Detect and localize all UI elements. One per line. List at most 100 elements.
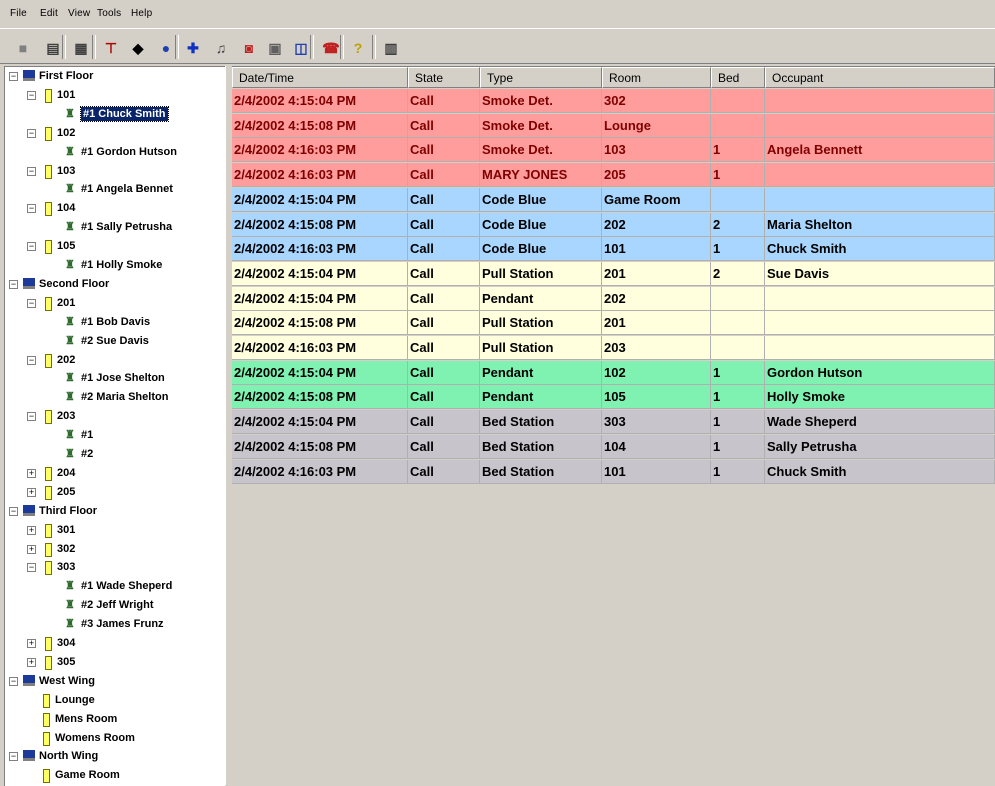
- tree-node-room[interactable]: − 102: [5, 126, 225, 141]
- window-icon[interactable]: ▣: [262, 36, 288, 60]
- collapse-icon[interactable]: −: [27, 242, 36, 252]
- tree-node-room[interactable]: − 201: [5, 296, 225, 311]
- collapse-icon[interactable]: −: [27, 412, 36, 422]
- tree-node-bed[interactable]: ♜ #2 Sue Davis: [5, 334, 225, 348]
- table-row[interactable]: 2/4/2002 4:15:04 PM Call Bed Station 303 1 Wa…: [232, 410, 995, 435]
- tree-node-room[interactable]: +204: [5, 466, 225, 481]
- cell-datetime: 2/4/2002 4:15:04 PM: [232, 89, 408, 113]
- tree-node-label: #3 James Frunz: [81, 618, 164, 631]
- book-icon[interactable]: ▥: [378, 36, 404, 60]
- column-header-bed[interactable]: Bed: [711, 67, 765, 88]
- tree-node-bed[interactable]: ♜ #1 Jose Shelton: [5, 371, 225, 385]
- table-row[interactable]: 2/4/2002 4:16:03 PM Call Code Blue 101 1 Chuc…: [232, 237, 995, 262]
- table-row[interactable]: 2/4/2002 4:15:08 PM Call Code Blue 202 2 Mari…: [232, 212, 995, 237]
- table-row[interactable]: 2/4/2002 4:16:03 PM Call Bed Station 101 1 Ch…: [232, 459, 995, 484]
- pointer-icon[interactable]: ◆: [125, 36, 151, 60]
- tree-node-floor[interactable]: − Second Floor: [5, 277, 225, 291]
- tree-node-room[interactable]: − 103: [5, 164, 225, 179]
- table-row[interactable]: 2/4/2002 4:15:04 PM Call Smoke Det. 302: [232, 89, 995, 113]
- tree-node-room[interactable]: − 203: [5, 409, 225, 425]
- add-icon[interactable]: ✚: [180, 36, 206, 60]
- tree-node-floor[interactable]: − Third Floor: [5, 504, 225, 518]
- tree-node-bed[interactable]: ♜ #1 Gordon Hutson: [5, 145, 225, 159]
- collapse-icon[interactable]: −: [9, 72, 18, 81]
- bell-icon[interactable]: ♫: [208, 36, 234, 60]
- tree-node-room[interactable]: − 202: [5, 353, 225, 368]
- expand-icon[interactable]: +: [27, 657, 36, 667]
- location-tree[interactable]: − First Floor −101 ♜ #1 Chuck Smith −102 ♜ #1 G…: [4, 66, 225, 786]
- table-row[interactable]: 2/4/2002 4:15:08 PM Call Pull Station 201: [232, 311, 995, 336]
- table-row[interactable]: 2/4/2002 4:16:03 PM Call MARY JONES 205 1: [232, 163, 995, 188]
- column-header-type[interactable]: Type: [480, 67, 602, 88]
- tree-node-label: Game Room: [55, 769, 120, 782]
- menu-file[interactable]: File: [10, 8, 27, 19]
- table-row[interactable]: 2/4/2002 4:15:04 PM Call Pull Station 201 2 S…: [232, 261, 995, 286]
- tree-node-room[interactable]: +205: [5, 485, 225, 500]
- table-row[interactable]: 2/4/2002 4:16:03 PM Call Smoke Det. 103 1 Ang…: [232, 138, 995, 163]
- collapse-icon[interactable]: −: [9, 752, 18, 762]
- collapse-icon[interactable]: −: [9, 676, 18, 686]
- table-row[interactable]: 2/4/2002 4:16:03 PM Call Pull Station 203: [232, 336, 995, 360]
- menu-tools[interactable]: Tools: [97, 8, 121, 19]
- cell-type: Pull Station: [480, 261, 602, 286]
- tree-node-room[interactable]: +302: [5, 542, 225, 557]
- collapse-icon[interactable]: −: [27, 166, 36, 176]
- filter-icon[interactable]: ⊤: [98, 36, 124, 60]
- menu-edit[interactable]: Edit: [40, 8, 58, 19]
- table-row[interactable]: 2/4/2002 4:15:04 PM Call Pendant 202: [232, 286, 995, 311]
- tree-node-bed[interactable]: ♜ #1 Angela Bennet: [5, 182, 225, 196]
- tree-node-bed[interactable]: ♜ #2 Maria Shelton: [5, 390, 225, 404]
- expand-icon[interactable]: +: [27, 468, 36, 478]
- tree-node-bed[interactable]: ♜ #1 Bob Davis: [5, 315, 225, 329]
- expand-icon[interactable]: +: [27, 544, 36, 554]
- collapse-icon[interactable]: −: [27, 355, 36, 365]
- collapse-icon[interactable]: −: [27, 204, 36, 214]
- column-header-state[interactable]: State: [408, 67, 480, 88]
- tree-node-floor[interactable]: − First Floor: [5, 69, 225, 83]
- tree-node-room[interactable]: +305: [5, 655, 225, 670]
- column-header-room[interactable]: Room: [602, 67, 711, 88]
- tree-node-room[interactable]: +301: [5, 523, 225, 538]
- help-icon[interactable]: ?: [345, 36, 371, 60]
- expand-icon[interactable]: +: [27, 639, 36, 648]
- expand-icon[interactable]: +: [27, 487, 36, 497]
- collapse-icon[interactable]: −: [27, 90, 36, 100]
- tree-node-floor[interactable]: − West Wing: [5, 674, 225, 688]
- collapse-icon[interactable]: −: [27, 298, 36, 308]
- collapse-icon[interactable]: −: [9, 279, 18, 289]
- tree-node-room[interactable]: − 104: [5, 201, 225, 217]
- alarm-icon[interactable]: ◙: [236, 36, 262, 60]
- tree-node-floor[interactable]: − North Wing: [5, 749, 225, 763]
- column-header-occupant[interactable]: Occupant: [765, 67, 995, 88]
- table-row[interactable]: 2/4/2002 4:15:08 PM Call Bed Station 104 1 Sa…: [232, 434, 995, 459]
- tree-node-bed[interactable]: ♜ #3 James Frunz: [5, 617, 225, 631]
- collapse-icon[interactable]: −: [27, 128, 36, 138]
- column-header-date-time[interactable]: Date/Time: [232, 67, 408, 88]
- tree-node-room[interactable]: Mens Room: [5, 712, 225, 727]
- tree-node-bed[interactable]: ♜ #2: [5, 447, 225, 461]
- tree-node-bed[interactable]: ♜ #2 Jeff Wright: [5, 598, 225, 612]
- tree-node-bed[interactable]: ♜ #1 Wade Sheperd: [5, 579, 225, 593]
- tree-node-room[interactable]: +304: [5, 636, 225, 651]
- menu-view[interactable]: View: [68, 8, 90, 19]
- tree-node-bed[interactable]: ♜ #1: [5, 428, 225, 442]
- tree-node-room[interactable]: − 303: [5, 560, 225, 576]
- collapse-icon[interactable]: −: [27, 563, 36, 573]
- table-row[interactable]: 2/4/2002 4:15:08 PM Call Smoke Det. Lounge: [232, 113, 995, 138]
- tree-node-bed[interactable]: ♜ #1 Chuck Smith: [5, 105, 225, 122]
- tree-node-room[interactable]: Game Room: [5, 768, 225, 784]
- tree-node-room[interactable]: − 101: [5, 88, 225, 103]
- tree-node-room[interactable]: Lounge: [5, 693, 225, 708]
- tree-node-room[interactable]: − 105: [5, 239, 225, 255]
- tree-node-bed[interactable]: ♜ #1 Sally Petrusha: [5, 220, 225, 234]
- gray-square-icon[interactable]: ■: [10, 36, 36, 60]
- table-row[interactable]: 2/4/2002 4:15:08 PM Call Pendant 105 1 Holly …: [232, 385, 995, 410]
- table-row[interactable]: 2/4/2002 4:15:04 PM Call Pendant 102 1 Gordon…: [232, 360, 995, 385]
- preview-icon[interactable]: ▦: [68, 36, 94, 60]
- tree-node-room[interactable]: Womens Room: [5, 731, 225, 746]
- collapse-icon[interactable]: −: [9, 506, 18, 516]
- table-row[interactable]: 2/4/2002 4:15:04 PM Call Code Blue Game Roo…: [232, 187, 995, 212]
- menu-help[interactable]: Help: [131, 8, 152, 19]
- expand-icon[interactable]: +: [27, 525, 36, 535]
- tree-node-bed[interactable]: ♜ #1 Holly Smoke: [5, 258, 225, 272]
